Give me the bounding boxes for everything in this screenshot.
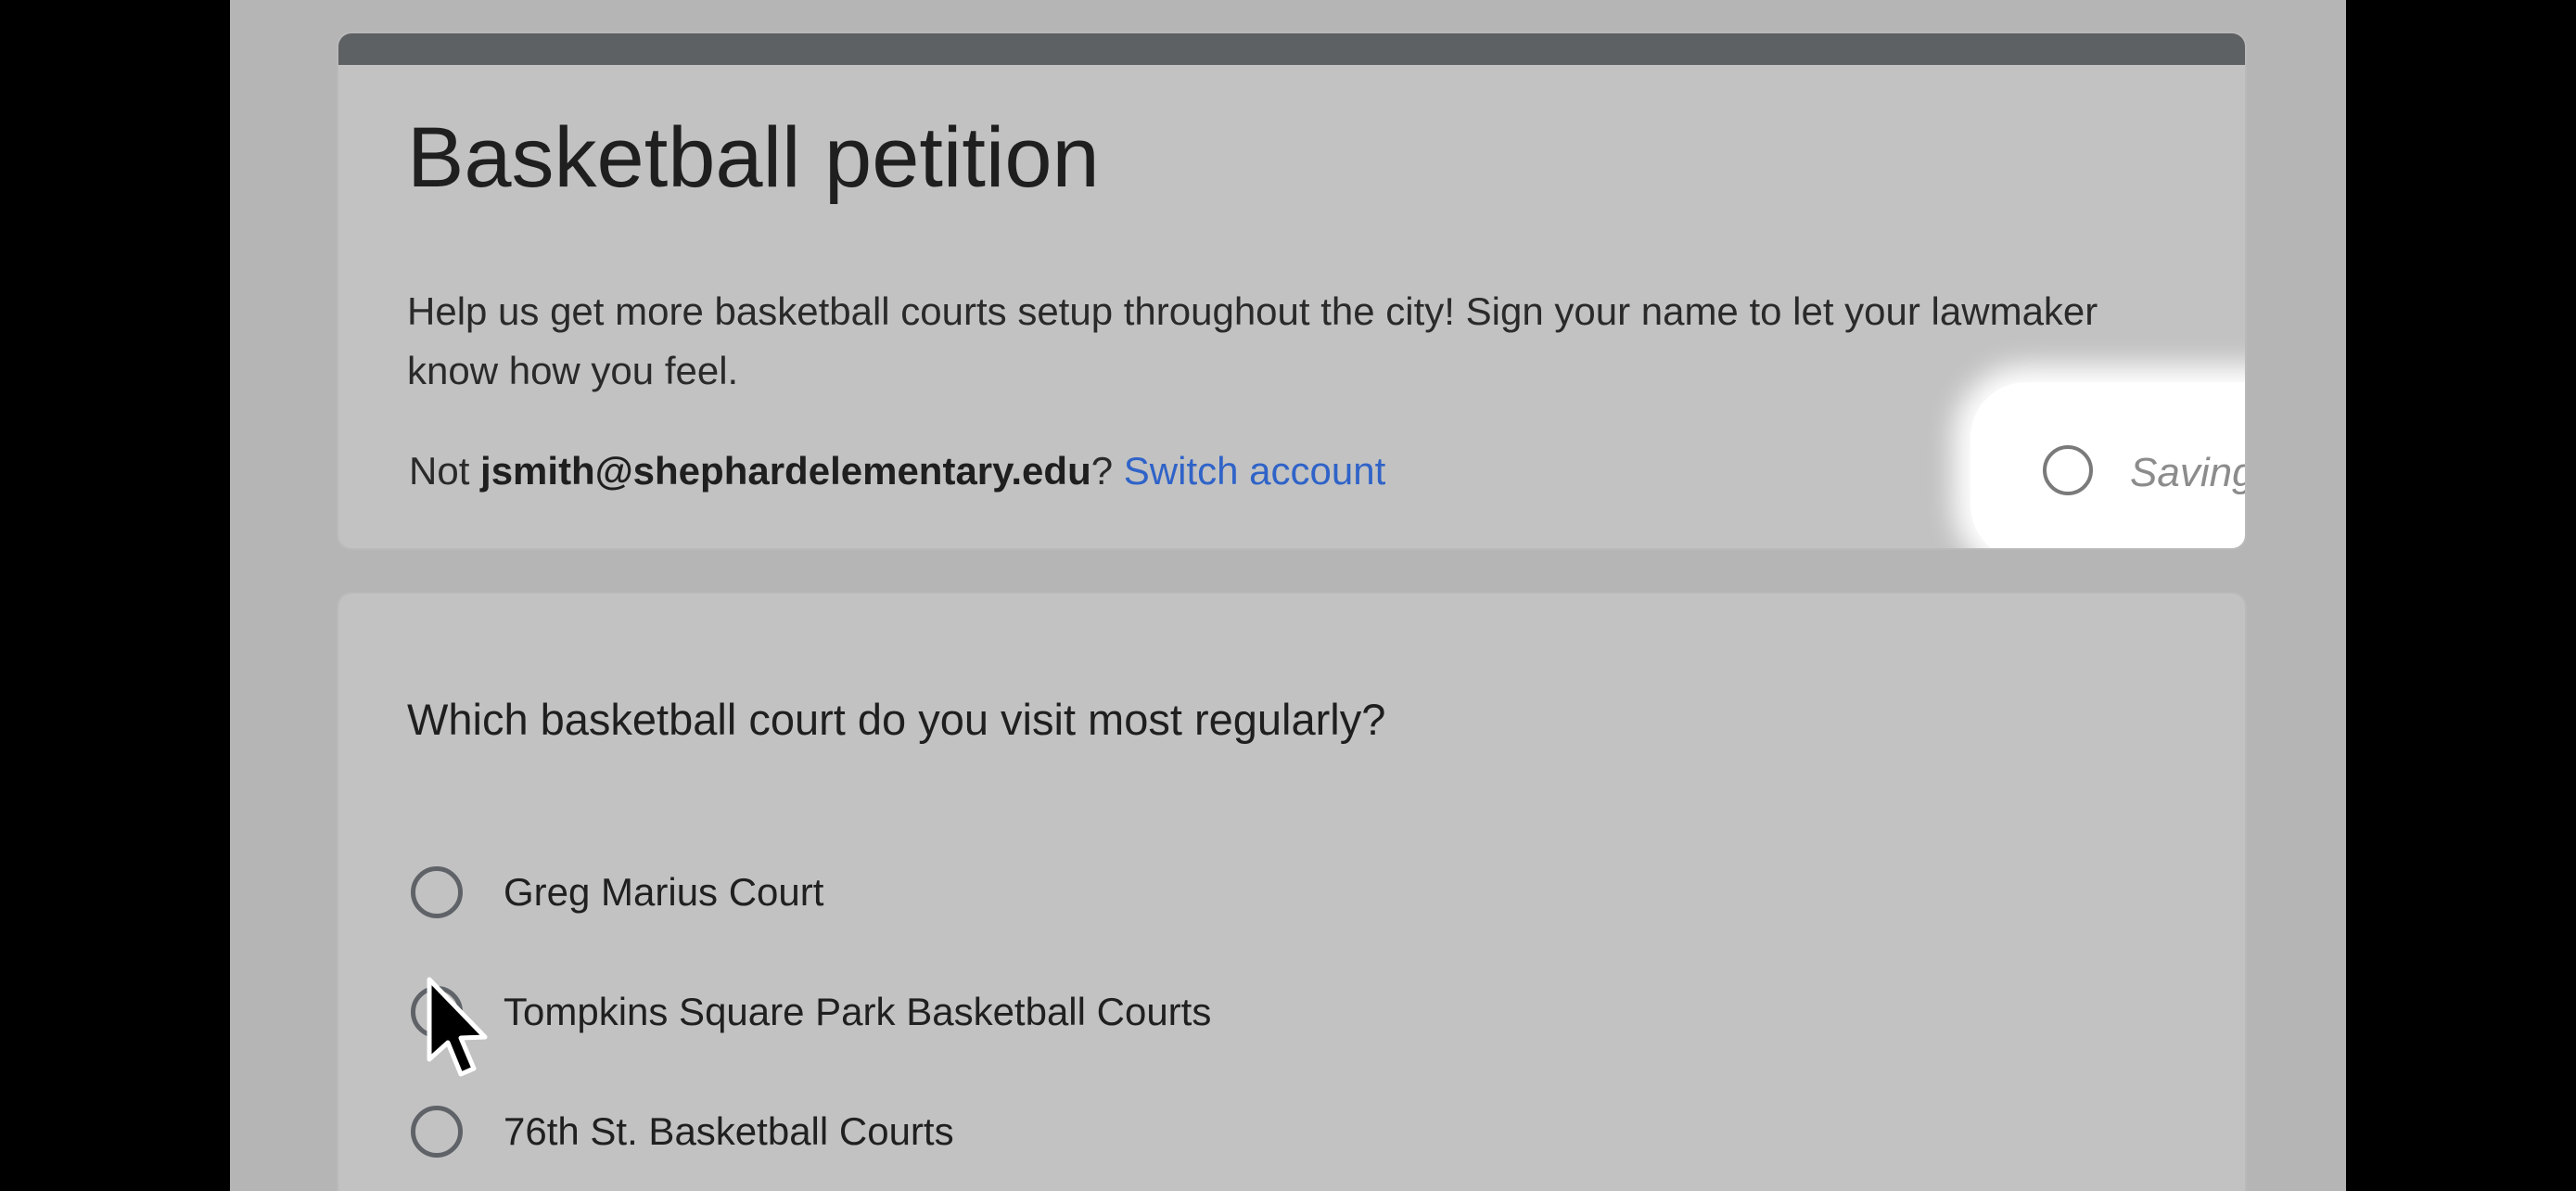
form-header-card: Basketball petition Help us get more bas… bbox=[337, 32, 2247, 550]
option-tompkins-square-park[interactable]: Tompkins Square Park Basketball Courts bbox=[411, 980, 1211, 1044]
option-76th-st[interactable]: 76th St. Basketball Courts bbox=[411, 1099, 954, 1164]
form-description: Help us get more basketball courts setup… bbox=[407, 289, 2098, 392]
option-greg-marius-court[interactable]: Greg Marius Court bbox=[411, 860, 823, 925]
option-label: 76th St. Basketball Courts bbox=[504, 1109, 954, 1153]
option-label: Greg Marius Court bbox=[504, 870, 824, 914]
switch-account-link[interactable]: Switch account bbox=[1124, 449, 1385, 493]
loading-spinner-icon bbox=[2043, 445, 2093, 495]
account-email: jsmith@shephardelementary.edu bbox=[480, 449, 1091, 493]
account-line: Not jsmith@shephardelementary.edu? Switc… bbox=[409, 449, 1385, 493]
account-prefix: Not bbox=[409, 449, 481, 493]
saving-status: Saving... bbox=[2130, 450, 2245, 495]
radio-button[interactable] bbox=[411, 1106, 463, 1158]
option-label: Tompkins Square Park Basketball Courts bbox=[504, 990, 1212, 1033]
question-title: Which basketball court do you visit most… bbox=[407, 695, 1386, 744]
form-title: Basketball petition bbox=[407, 110, 1100, 205]
mouse-pointer-icon bbox=[427, 977, 488, 1077]
account-suffix: ? bbox=[1090, 449, 1124, 493]
header-accent-bar bbox=[338, 33, 2245, 65]
radio-button[interactable] bbox=[411, 866, 463, 918]
form-viewport: Basketball petition Help us get more bas… bbox=[230, 0, 2346, 1191]
question-card: Which basketball court do you visit most… bbox=[337, 592, 2247, 1191]
